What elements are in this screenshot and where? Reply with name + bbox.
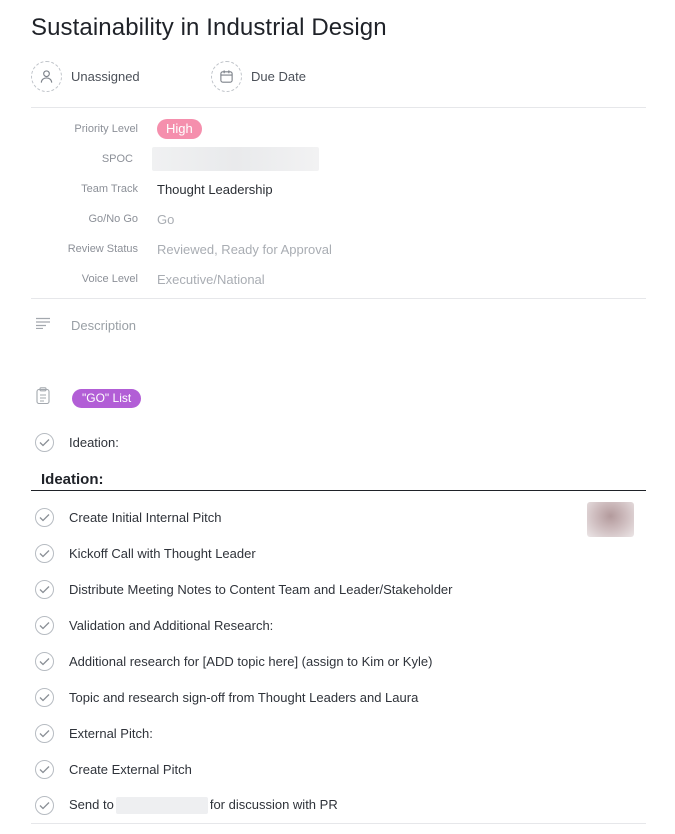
field-label: Review Status xyxy=(67,243,138,255)
text-lines-icon xyxy=(35,316,51,334)
field-voice-level: Voice Level Executive/National xyxy=(31,267,646,291)
user-icon xyxy=(31,61,62,92)
spoc-value-redacted[interactable] xyxy=(152,147,319,171)
checklist-item-label: Send to for discussion with PR xyxy=(69,796,338,815)
redacted-recipient xyxy=(115,797,208,815)
go-list-tag[interactable]: "GO" List xyxy=(72,388,142,408)
checklist-item-label: Validation and Additional Research: xyxy=(69,618,274,633)
checkmark-icon[interactable] xyxy=(35,580,54,599)
field-go-no-go: Go/No Go Go xyxy=(31,207,646,231)
field-priority: Priority Level High xyxy=(31,117,646,141)
due-date-picker[interactable]: Due Date xyxy=(211,61,306,92)
avatar[interactable] xyxy=(587,502,634,537)
task-title[interactable]: Sustainability in Industrial Design xyxy=(31,14,387,42)
checklist-item[interactable]: Send to for discussion with PR xyxy=(35,796,338,815)
priority-badge[interactable]: High xyxy=(157,119,202,139)
checklist-item[interactable]: External Pitch: xyxy=(35,724,153,743)
field-review-status: Review Status Reviewed, Ready for Approv… xyxy=(31,237,646,261)
checkmark-icon[interactable] xyxy=(35,796,54,815)
checklist-item[interactable]: Kickoff Call with Thought Leader xyxy=(35,544,256,563)
tag-row: "GO" List xyxy=(36,387,142,409)
checklist-item-ideation[interactable]: Ideation: xyxy=(35,433,119,452)
field-team-track: Team Track Thought Leadership xyxy=(31,177,646,201)
checklist-item[interactable]: Validation and Additional Research: xyxy=(35,616,273,635)
field-label: Team Track xyxy=(81,183,138,195)
checkmark-icon[interactable] xyxy=(35,760,54,779)
divider xyxy=(31,823,646,824)
assignee-picker[interactable]: Unassigned xyxy=(31,61,140,92)
field-label: Go/No Go xyxy=(88,213,138,225)
section-heading: Ideation: xyxy=(41,471,104,488)
checkmark-icon[interactable] xyxy=(35,616,54,635)
due-date-label: Due Date xyxy=(251,69,306,84)
team-track-value[interactable]: Thought Leadership xyxy=(157,182,273,197)
description-field[interactable]: Description xyxy=(35,316,136,334)
checklist-item-label: Additional research for [ADD topic here]… xyxy=(69,654,433,669)
checkmark-icon[interactable] xyxy=(35,508,54,527)
checkmark-icon[interactable] xyxy=(35,652,54,671)
assignee-label: Unassigned xyxy=(71,69,140,84)
calendar-icon xyxy=(211,61,242,92)
field-label: Priority Level xyxy=(74,123,138,135)
checkmark-icon[interactable] xyxy=(35,544,54,563)
checklist-item-label: Distribute Meeting Notes to Content Team… xyxy=(69,582,453,597)
checkmark-icon[interactable] xyxy=(35,433,54,452)
voice-level-value[interactable]: Executive/National xyxy=(157,272,265,287)
field-label: Voice Level xyxy=(81,273,138,285)
checklist-item[interactable]: Create External Pitch xyxy=(35,760,192,779)
description-placeholder: Description xyxy=(71,317,137,333)
checklist-item-label: Kickoff Call with Thought Leader xyxy=(69,546,256,561)
checklist-item-label: Create Initial Internal Pitch xyxy=(69,510,222,525)
send-to-suffix: for discussion with PR xyxy=(209,796,338,812)
checklist-item-label: Create External Pitch xyxy=(69,762,192,777)
review-status-value[interactable]: Reviewed, Ready for Approval xyxy=(157,242,332,257)
field-spoc: SPOC xyxy=(31,147,646,171)
checklist-item[interactable]: Create Initial Internal Pitch xyxy=(35,508,221,527)
checklist-item-label: Topic and research sign-off from Thought… xyxy=(69,690,419,705)
checkmark-icon[interactable] xyxy=(35,724,54,743)
checklist-item[interactable]: Additional research for [ADD topic here]… xyxy=(35,652,432,671)
section-underline xyxy=(31,490,646,491)
divider xyxy=(31,298,646,299)
checklist-item[interactable]: Distribute Meeting Notes to Content Team… xyxy=(35,580,453,599)
clipboard-icon xyxy=(36,387,50,409)
task-meta-row: Unassigned Due Date xyxy=(31,61,646,93)
go-no-go-value[interactable]: Go xyxy=(157,212,174,227)
checklist-item-label: External Pitch: xyxy=(69,726,153,741)
checklist-item-label: Ideation: xyxy=(69,435,119,450)
divider xyxy=(31,107,646,108)
send-to-prefix: Send to xyxy=(69,796,114,812)
field-label: SPOC xyxy=(101,153,133,165)
checkmark-icon[interactable] xyxy=(35,688,54,707)
checklist-item[interactable]: Topic and research sign-off from Thought… xyxy=(35,688,418,707)
